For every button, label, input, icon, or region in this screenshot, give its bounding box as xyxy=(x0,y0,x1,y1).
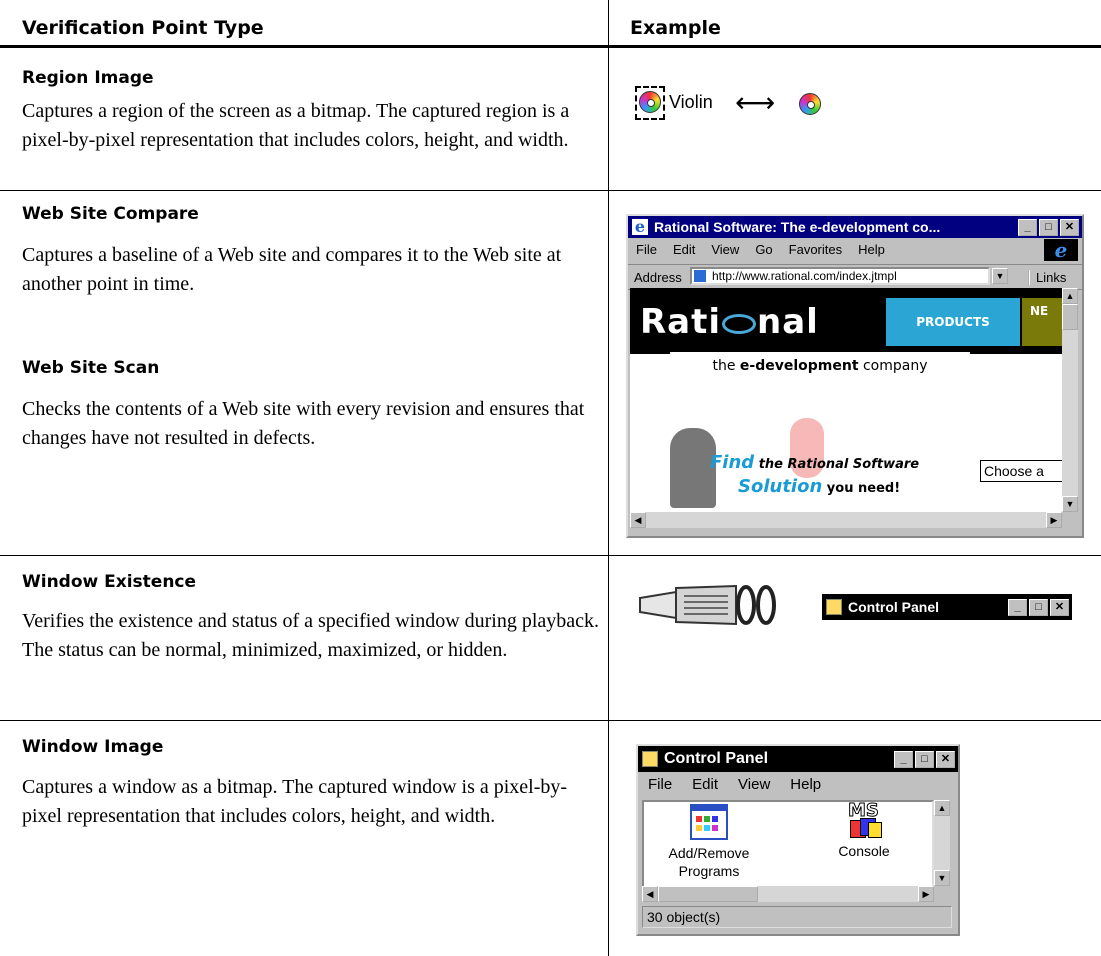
menu-edit[interactable]: Edit xyxy=(692,776,718,793)
ie-logo-icon: e xyxy=(1044,239,1078,261)
menu-view[interactable]: View xyxy=(711,242,739,260)
menu-go[interactable]: Go xyxy=(755,242,772,260)
cp-vscrollbar[interactable]: ▲ ▼ xyxy=(934,800,950,886)
browser-content: Rati nal PRODUCTS NE the e-development co… xyxy=(630,288,1062,512)
address-dropdown-button[interactable]: ▼ xyxy=(992,268,1008,284)
cp-hscrollbar[interactable]: ◀ ▶ xyxy=(642,886,934,902)
control-panel-window: Control Panel _ □ ✕ File Edit View Help … xyxy=(636,744,960,936)
maximize-button[interactable]: □ xyxy=(1029,599,1048,616)
maximize-button[interactable]: □ xyxy=(1039,219,1058,236)
row-desc-window-image: Captures a window as a bitmap. The captu… xyxy=(22,776,568,827)
menu-help[interactable]: Help xyxy=(790,776,821,793)
add-remove-programs-item[interactable]: Add/Remove Programs xyxy=(654,804,764,880)
row-desc-region-image: Captures a region of the screen as a bit… xyxy=(22,100,570,151)
find-solution-promo[interactable]: Find the Rational Software Solution you … xyxy=(710,452,919,500)
row-title-region-image: Region Image xyxy=(22,68,154,88)
menu-file[interactable]: File xyxy=(636,242,657,260)
browser-menu-bar: File Edit View Go Favorites Help e xyxy=(628,238,1082,265)
region-example: Violin ⟷ xyxy=(635,86,935,126)
address-url: http://www.rational.com/index.jtmpl xyxy=(712,269,897,283)
status-text: 30 object(s) xyxy=(647,909,721,925)
folder-icon xyxy=(642,751,658,767)
browser-vscrollbar[interactable]: ▲ ▼ xyxy=(1062,288,1078,512)
header-col-example: Example xyxy=(630,17,721,39)
menu-help[interactable]: Help xyxy=(858,242,885,260)
choose-select[interactable]: Choose a xyxy=(980,460,1062,482)
row-divider xyxy=(0,190,1101,191)
header-col-type: Verification Point Type xyxy=(22,17,264,39)
cp-status-bar: 30 object(s) xyxy=(642,906,952,928)
address-label: Address xyxy=(634,270,682,285)
control-panel-titlebar-window: Control Panel _ □ ✕ xyxy=(822,594,1072,620)
products-nav[interactable]: PRODUCTS xyxy=(886,298,1020,346)
close-button[interactable]: ✕ xyxy=(1050,599,1069,616)
row-divider xyxy=(0,555,1101,556)
binoculars-icon xyxy=(639,584,776,626)
menu-favorites[interactable]: Favorites xyxy=(789,242,842,260)
menu-view[interactable]: View xyxy=(738,776,770,793)
browser-hscrollbar[interactable]: ◀ ▶ xyxy=(630,512,1062,528)
links-label[interactable]: Links xyxy=(1028,270,1066,285)
row-divider xyxy=(0,720,1101,721)
cd-icon xyxy=(799,93,821,115)
double-arrow-icon: ⟷ xyxy=(735,86,776,119)
row-desc-window-existence: Verifies the existence and status of a s… xyxy=(22,610,600,661)
close-button[interactable]: ✕ xyxy=(1060,219,1079,236)
browser-title-bar: e Rational Software: The e-development c… xyxy=(628,216,1082,238)
ie-icon: e xyxy=(632,219,648,235)
minimize-button[interactable]: _ xyxy=(894,751,913,768)
rational-logo: Rati nal xyxy=(640,302,819,342)
region-label: Violin xyxy=(669,92,713,112)
console-item[interactable]: MS Console xyxy=(814,802,914,860)
table-header: Verification Point Type Example xyxy=(0,0,1101,48)
minimize-button[interactable]: _ xyxy=(1018,219,1037,236)
tagline-box: the e-development company xyxy=(670,352,970,386)
address-bar: Address http://www.rational.com/index.jt… xyxy=(628,265,1082,290)
maximize-button[interactable]: □ xyxy=(915,751,934,768)
row-title-window-image: Window Image xyxy=(22,737,164,757)
row-desc-web-compare: Captures a baseline of a Web site and co… xyxy=(22,244,562,295)
cp-title: Control Panel xyxy=(664,750,769,767)
menu-file[interactable]: File xyxy=(648,776,672,793)
page-icon xyxy=(694,270,706,282)
menu-edit[interactable]: Edit xyxy=(673,242,695,260)
row-title-web-compare: Web Site Compare xyxy=(22,204,199,224)
close-button[interactable]: ✕ xyxy=(936,751,955,768)
ms-dos-icon: MS xyxy=(846,802,882,838)
minimize-button[interactable]: _ xyxy=(1008,599,1027,616)
address-input[interactable]: http://www.rational.com/index.jtmpl xyxy=(690,267,990,285)
folder-icon xyxy=(826,599,842,615)
browser-title: Rational Software: The e-development co.… xyxy=(654,219,941,235)
row-desc-web-scan: Checks the contents of a Web site with e… xyxy=(22,398,585,449)
add-remove-programs-icon xyxy=(690,804,728,840)
small-window-title: Control Panel xyxy=(848,599,940,615)
cd-icon xyxy=(639,91,661,113)
browser-window: e Rational Software: The e-development c… xyxy=(626,214,1084,538)
row-title-window-existence: Window Existence xyxy=(22,572,197,592)
cp-menu-bar: File Edit View Help xyxy=(638,772,958,797)
news-nav[interactable]: NE xyxy=(1022,298,1062,346)
row-title-web-scan: Web Site Scan xyxy=(22,358,160,378)
column-divider xyxy=(608,0,609,956)
